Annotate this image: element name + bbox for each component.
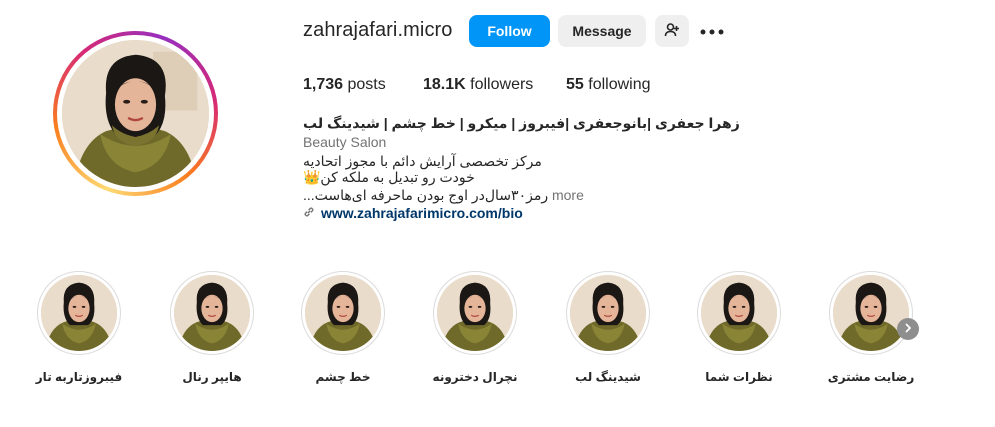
highlight-cover (37, 271, 121, 355)
highlight-item[interactable]: شیدینگ لب (566, 271, 650, 384)
highlight-label: رضایت مشتری (827, 370, 915, 384)
highlight-item[interactable]: خط چشم (301, 271, 385, 384)
bio-category: Beauty Salon (303, 134, 387, 150)
profile-photo (62, 40, 209, 187)
more-options-button[interactable] (698, 19, 726, 43)
followers-label: followers (470, 76, 534, 93)
highlight-cover-image (570, 275, 646, 351)
highlight-label: شیدینگ لب (575, 370, 641, 384)
highlight-cover (697, 271, 781, 355)
bio-line-3-text: رمز۳۰سال‌در اوج بودن ماحرفه ای‌هاست... (303, 187, 549, 203)
followers-count: 18.1K (423, 76, 466, 93)
following-label: following (588, 76, 651, 93)
following-stat[interactable]: 55 following (566, 76, 651, 94)
highlight-cover (433, 271, 517, 355)
highlight-cover (829, 271, 913, 355)
following-count: 55 (566, 76, 584, 93)
highlight-item[interactable]: نظرات شما (697, 271, 781, 384)
highlight-cover-image (833, 275, 909, 351)
highlight-label: نظرات شما (705, 370, 773, 384)
profile-avatar[interactable] (53, 31, 218, 196)
followers-stat[interactable]: 18.1K followers (423, 76, 533, 94)
highlight-item[interactable]: هایپر رنال (170, 271, 254, 384)
message-button[interactable]: Message (558, 15, 646, 47)
highlight-label: خط چشم (315, 370, 371, 384)
bio-more-link[interactable]: more (552, 187, 584, 203)
highlight-item[interactable]: فیبروزتاربه تار (36, 271, 122, 384)
highlight-cover (301, 271, 385, 355)
chevron-right-icon (903, 320, 913, 338)
bio-line-3: رمز۳۰سال‌در اوج بودن ماحرفه ای‌هاست... m… (303, 186, 584, 205)
highlight-label: نچرال دخترونه (432, 370, 518, 384)
highlight-item[interactable]: رضایت مشتری (828, 271, 914, 384)
highlight-cover-image (701, 275, 777, 351)
bio-website-link[interactable]: www.zahrajafarimicro.com/bio (303, 204, 523, 223)
link-icon (303, 204, 315, 223)
highlight-cover-image (41, 275, 117, 351)
person-add-icon (664, 22, 680, 41)
highlight-cover-image (305, 275, 381, 351)
profile-page: zahrajafari.micro Follow Message 1,736 p… (0, 0, 995, 427)
highlight-cover (566, 271, 650, 355)
follow-button[interactable]: Follow (469, 15, 550, 47)
more-dots-icon (700, 22, 724, 40)
highlight-item[interactable]: نچرال دخترونه (433, 271, 517, 384)
posts-label: posts (347, 76, 386, 93)
posts-stat: 1,736 posts (303, 76, 386, 94)
suggest-users-button[interactable] (655, 15, 689, 47)
highlights-next-button[interactable] (897, 318, 919, 340)
highlight-cover-image (174, 275, 250, 351)
highlight-cover-image (437, 275, 513, 351)
posts-count: 1,736 (303, 76, 344, 93)
profile-username: zahrajafari.micro (303, 19, 453, 41)
highlight-label: هایپر رنال (182, 370, 242, 384)
bio-line-2: خودت رو تبدیل به ملکه کن👑 (303, 169, 475, 185)
highlight-label: فیبروزتاربه تار (35, 370, 123, 384)
bio-full-name: زهرا جعفری |بانوجعفری |فیبروز | میکرو | … (303, 115, 740, 131)
bio-link-text: www.zahrajafarimicro.com/bio (321, 205, 523, 221)
highlight-cover (170, 271, 254, 355)
